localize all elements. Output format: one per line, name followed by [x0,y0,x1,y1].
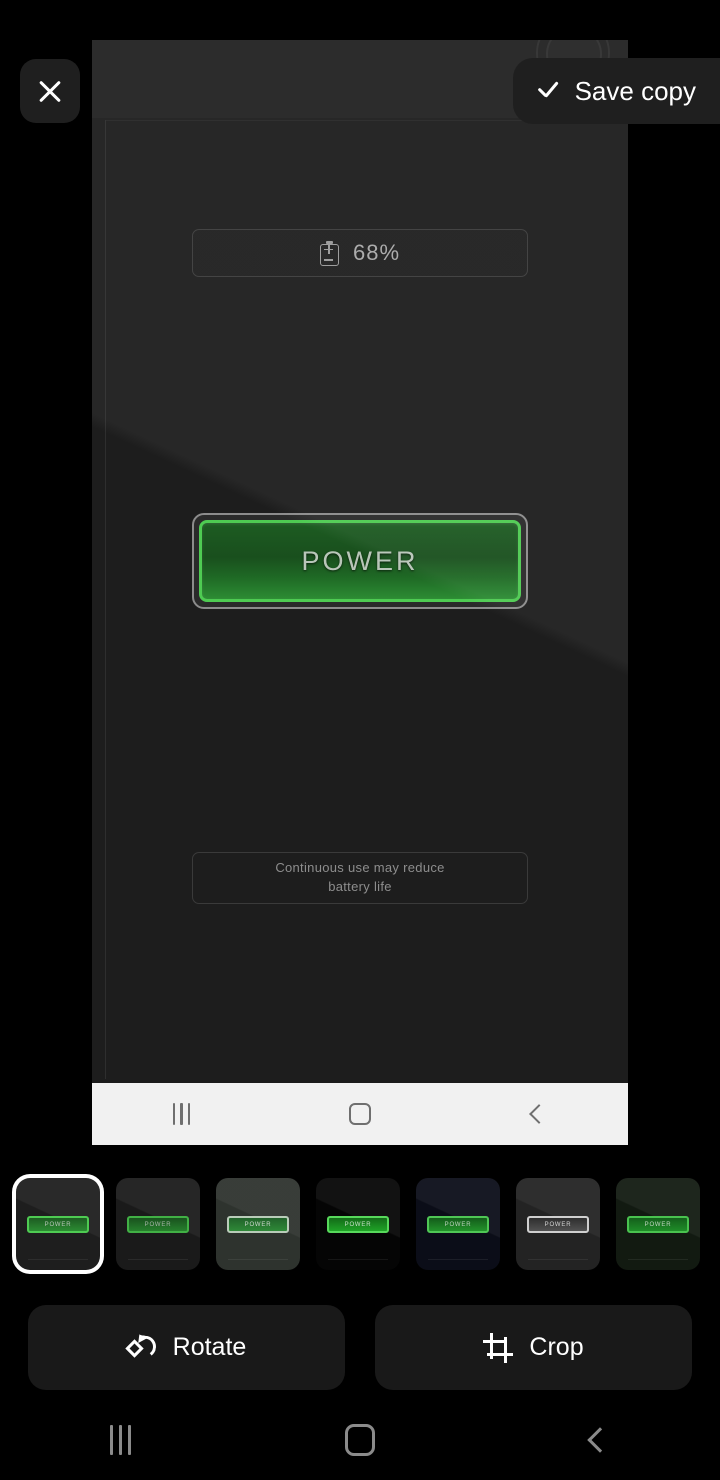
captured-home-icon [320,1094,400,1134]
system-recents-button[interactable] [70,1415,170,1465]
home-icon [345,1424,375,1456]
battery-icon [319,240,339,266]
filter-thumbnail-power-button: POWER [227,1216,289,1233]
filter-thumbnail-power-label: POWER [644,1221,672,1228]
filter-thumbnail-power-label: POWER [144,1221,172,1228]
power-button[interactable]: POWER [192,513,528,609]
filter-thumbnail-contrast[interactable]: POWER [316,1178,400,1270]
canvas-edge-line [105,120,106,1079]
system-navigation-bar[interactable] [0,1400,720,1480]
filter-thumbnail-power-button: POWER [27,1216,89,1233]
check-icon [535,78,561,104]
battery-percent: 68% [352,240,401,265]
rotate-icon [124,1331,158,1363]
crop-icon [483,1332,514,1363]
warning-box: Continuous use may reduce battery life [192,852,528,904]
save-copy-button[interactable]: Save copy [512,58,720,124]
power-button-inner[interactable]: POWER [199,520,521,602]
crop-button[interactable]: Crop [375,1305,692,1390]
captured-recents-icon [141,1094,221,1134]
filter-thumbnail-strip[interactable]: POWER POWER POWER POWER POWER POWER POWER [0,1175,720,1273]
system-back-button[interactable] [550,1415,650,1465]
back-icon [587,1427,613,1453]
filter-thumbnail-cool[interactable]: POWER [416,1178,500,1270]
close-icon [37,78,63,104]
filter-thumbnail-navbar [628,1259,688,1260]
power-button-label: POWER [301,545,419,576]
captured-back-icon [499,1094,579,1134]
save-copy-label: Save copy [574,75,696,106]
filter-thumbnail-faded[interactable]: POWER [216,1178,300,1270]
rotate-button[interactable]: Rotate [28,1305,345,1390]
filter-thumbnail-power-button: POWER [427,1216,489,1233]
crop-label: Crop [529,1333,584,1361]
image-canvas[interactable]: 68% POWER Continuous use may reduce batt… [92,40,628,1145]
warning-line-2: battery life [328,879,392,894]
filter-thumbnail-navbar [228,1259,288,1260]
filter-thumbnail-power-label: POWER [244,1221,272,1228]
screen-editor: 68% POWER Continuous use may reduce batt… [0,0,720,1480]
close-button[interactable] [20,59,80,123]
filter-thumbnail-navbar [428,1259,488,1260]
filter-thumbnail-power-button: POWER [627,1216,689,1233]
filter-thumbnail-power-button: POWER [127,1216,189,1233]
filter-thumbnail-navbar [28,1259,88,1260]
captured-navigation-bar [92,1083,628,1145]
system-home-button[interactable] [310,1415,410,1465]
filter-thumbnail-power-label: POWER [344,1221,372,1228]
filter-thumbnail-verdant[interactable]: POWER [616,1178,700,1270]
filter-thumbnail-navbar [328,1259,388,1260]
rotate-label: Rotate [172,1333,247,1361]
screenshot-image: 68% POWER Continuous use may reduce batt… [92,40,628,1145]
filter-thumbnail-power-button: POWER [527,1216,589,1233]
filter-thumbnail-power-label: POWER [44,1221,72,1228]
filter-thumbnail-power-label: POWER [544,1221,572,1228]
recents-icon [109,1425,131,1455]
filter-thumbnail-power-button: POWER [327,1216,389,1233]
battery-indicator: 68% [192,229,528,277]
tool-buttons: Rotate Crop [0,1305,720,1390]
filter-thumbnail-power-label: POWER [444,1221,472,1228]
filter-thumbnail-dim[interactable]: POWER [116,1178,200,1270]
warning-text: Continuous use may reduce battery life [275,859,444,897]
filter-thumbnail-mono[interactable]: POWER [516,1178,600,1270]
filter-thumbnail-navbar [128,1259,188,1260]
warning-line-1: Continuous use may reduce [275,860,445,876]
filter-thumbnail-navbar [528,1259,588,1260]
filter-thumbnail-original[interactable]: POWER [16,1178,100,1270]
